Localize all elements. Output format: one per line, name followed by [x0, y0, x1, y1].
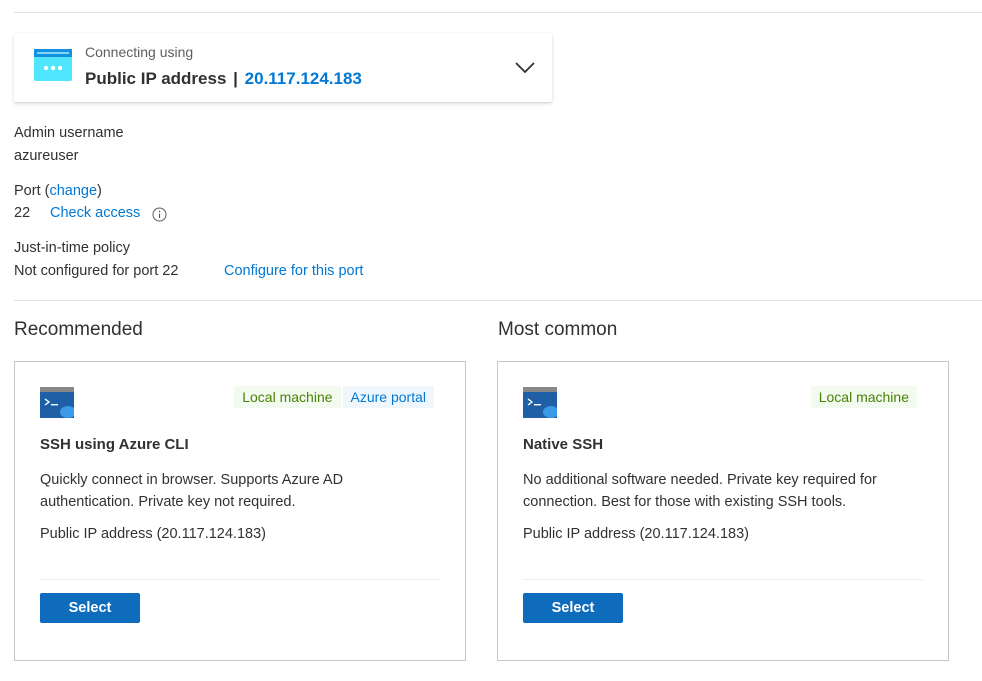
port-label-suffix: ) [97, 183, 102, 199]
connection-method: Public IP address [85, 69, 227, 88]
change-port-link[interactable]: change [49, 183, 97, 199]
select-native-ssh-button[interactable]: Select [523, 593, 623, 623]
port-label-prefix: Port ( [14, 183, 50, 199]
admin-username-value: azureuser [14, 148, 79, 164]
local-machine-badge: Local machine [810, 386, 917, 408]
connection-ip: 20.117.124.183 [244, 69, 362, 88]
jit-policy-label: Just-in-time policy [14, 240, 131, 256]
terminal-icon [523, 387, 557, 418]
local-machine-badge: Local machine [234, 386, 341, 408]
connection-method-dropdown[interactable]: Connecting using Public IP address | 20.… [14, 33, 552, 102]
port-label: Port (change) [14, 183, 102, 199]
top-divider [14, 12, 982, 13]
card-ip-line: Public IP address (20.117.124.183) [40, 526, 266, 542]
most-common-heading: Most common [498, 319, 618, 340]
connection-separator: | [233, 69, 238, 88]
connecting-using-label: Connecting using [85, 44, 194, 60]
recommended-heading: Recommended [14, 319, 143, 340]
terminal-icon [40, 387, 74, 418]
configure-port-link[interactable]: Configure for this port [224, 263, 363, 279]
badge-group: Local machine [810, 386, 917, 408]
chevron-down-icon[interactable] [514, 61, 536, 75]
select-azure-cli-button[interactable]: Select [40, 593, 140, 623]
admin-username-label: Admin username [14, 125, 124, 141]
card-divider [40, 579, 440, 580]
azure-portal-badge: Azure portal [342, 386, 434, 408]
card-description: No additional software needed. Private k… [523, 472, 877, 510]
port-value: 22 [14, 205, 31, 221]
ssh-azure-cli-card: Local machine Azure portal SSH using Azu… [14, 361, 466, 661]
card-title: SSH using Azure CLI [40, 436, 189, 453]
info-icon[interactable] [152, 207, 167, 222]
connection-selected-value: Public IP address | 20.117.124.183 [85, 69, 362, 89]
card-ip-line: Public IP address (20.117.124.183) [523, 526, 749, 542]
card-title: Native SSH [523, 436, 604, 453]
card-description: Quickly connect in browser. Supports Azu… [40, 472, 344, 510]
network-icon [34, 49, 72, 81]
native-ssh-card: Local machine Native SSH No additional s… [497, 361, 949, 661]
jit-policy-value: Not configured for port 22 [14, 263, 179, 279]
section-divider [14, 300, 982, 301]
badge-group: Local machine Azure portal [234, 386, 434, 408]
card-divider [523, 579, 923, 580]
check-access-link[interactable]: Check access [50, 205, 140, 221]
